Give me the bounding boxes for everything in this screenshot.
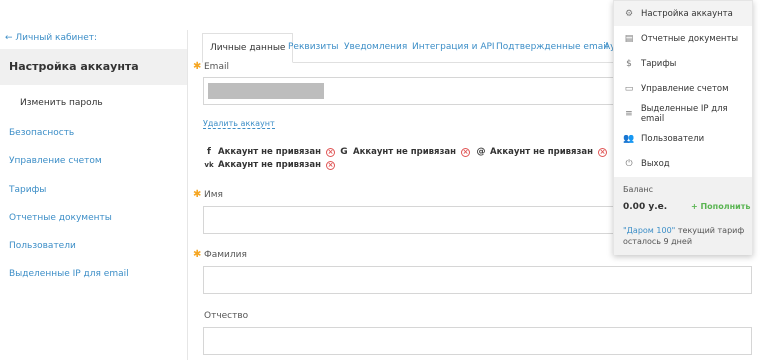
tab-requisites[interactable]: Реквизиты (288, 33, 339, 63)
topup-link[interactable]: + Пополнить (691, 202, 750, 211)
menu-item-users[interactable]: 👥 Пользователи (614, 126, 752, 151)
menu-item-label: Отчетные документы (641, 33, 739, 44)
mail-ru-icon: @ (476, 147, 486, 157)
sidebar-item-documents[interactable]: Отчетные документы (9, 213, 112, 223)
menu-item-label: Выделенные IP для email (640, 103, 728, 124)
account-status-label: Аккаунт не привязан (353, 147, 457, 157)
gear-icon: ⚙ (624, 8, 634, 19)
facebook-icon: f (207, 147, 211, 157)
vk-account-status: vk Аккаунт не привязан × (204, 160, 336, 170)
required-marker: ✱ (193, 61, 202, 72)
google-account-status: G Аккаунт не привязан × (339, 147, 471, 157)
email-field[interactable] (203, 77, 615, 105)
email-label: Email (204, 62, 229, 72)
name-label: Имя (204, 190, 223, 200)
sidebar-item-tariffs[interactable]: Тарифы (9, 185, 46, 195)
menu-item-label: Управление счетом (641, 83, 729, 94)
unlink-icon[interactable]: × (326, 160, 336, 170)
balance-label: Баланс (623, 185, 654, 194)
required-marker: ✱ (193, 189, 202, 200)
menu-item-billing[interactable]: ▭ Управление счетом (614, 76, 752, 101)
tariff-name-link[interactable]: "Даром 100" (623, 226, 675, 235)
document-icon: ▤ (624, 33, 634, 44)
tab-bar: Личные данные Реквизиты Уведомления Инте… (202, 33, 622, 63)
power-icon: ⏻ (625, 158, 633, 169)
account-status-label: Аккаунт не привязан (490, 147, 594, 157)
sidebar-item-security[interactable]: Безопасность (9, 128, 74, 138)
database-icon: ≡ (625, 108, 633, 119)
current-tariff-info: "Даром 100" текущий тариф осталось 9 дне… (623, 225, 748, 247)
tab-confirmed-email[interactable]: Подтвержденные email (496, 33, 608, 63)
tab-notifications[interactable]: Уведомления (344, 33, 407, 63)
dollar-icon: $ (626, 58, 632, 69)
patronymic-field[interactable] (203, 327, 752, 355)
email-value-masked (208, 83, 324, 99)
menu-item-logout[interactable]: ⏻ Выход (614, 151, 752, 176)
wallet-icon: ▭ (624, 83, 634, 94)
sidebar-item-users[interactable]: Пользователи (9, 241, 76, 251)
facebook-account-status: f Аккаунт не привязан × (204, 147, 336, 157)
account-status-label: Аккаунт не привязан (218, 160, 322, 170)
sidebar-item-dedicated-ip[interactable]: Выделенные IP для email (9, 269, 129, 279)
unlink-icon[interactable]: × (461, 147, 471, 157)
tab-integration-api[interactable]: Интеграция и API (412, 33, 495, 63)
last-name-field[interactable] (203, 266, 752, 294)
balance-value: 0.00 у.е. (623, 202, 668, 212)
unlink-icon[interactable]: × (326, 147, 336, 157)
mailru-account-status: @ Аккаунт не привязан × (476, 147, 608, 157)
unlink-icon[interactable]: × (598, 147, 608, 157)
sidebar-header: Настройка аккаунта (0, 49, 187, 85)
menu-item-label: Настройка аккаунта (641, 8, 733, 19)
account-status-label: Аккаунт не привязан (218, 147, 322, 157)
back-link[interactable]: ← Личный кабинет: (5, 33, 97, 43)
patronymic-label: Отчество (204, 311, 249, 321)
balance-panel: Баланс 0.00 у.е. + Пополнить "Даром 100"… (614, 177, 752, 255)
sidebar-title: Настройка аккаунта (9, 60, 139, 73)
surname-label: Фамилия (204, 250, 247, 260)
sidebar: ← Личный кабинет: Настройка аккаунта Изм… (0, 30, 187, 292)
menu-item-documents[interactable]: ▤ Отчетные документы (614, 26, 752, 51)
menu-item-label: Выход (641, 158, 670, 169)
menu-item-label: Тарифы (641, 58, 677, 69)
required-marker: ✱ (193, 249, 202, 260)
users-icon: 👥 (623, 133, 635, 144)
vk-icon: vk (204, 161, 214, 169)
account-dropdown-menu: ⚙ Настройка аккаунта ▤ Отчетные документ… (613, 0, 753, 255)
menu-item-dedicated-ip[interactable]: ≡ Выделенные IP для email (614, 101, 752, 126)
delete-account-link[interactable]: Удалить аккаунт (203, 119, 275, 129)
tab-personal-data[interactable]: Личные данные (202, 33, 294, 63)
menu-item-label: Пользователи (641, 133, 705, 144)
sidebar-item-change-password[interactable]: Изменить пароль (20, 98, 103, 108)
google-icon: G (340, 147, 348, 157)
sidebar-item-billing[interactable]: Управление счетом (9, 156, 102, 166)
menu-item-account-settings[interactable]: ⚙ Настройка аккаунта (614, 1, 752, 26)
menu-item-tariffs[interactable]: $ Тарифы (614, 51, 752, 76)
